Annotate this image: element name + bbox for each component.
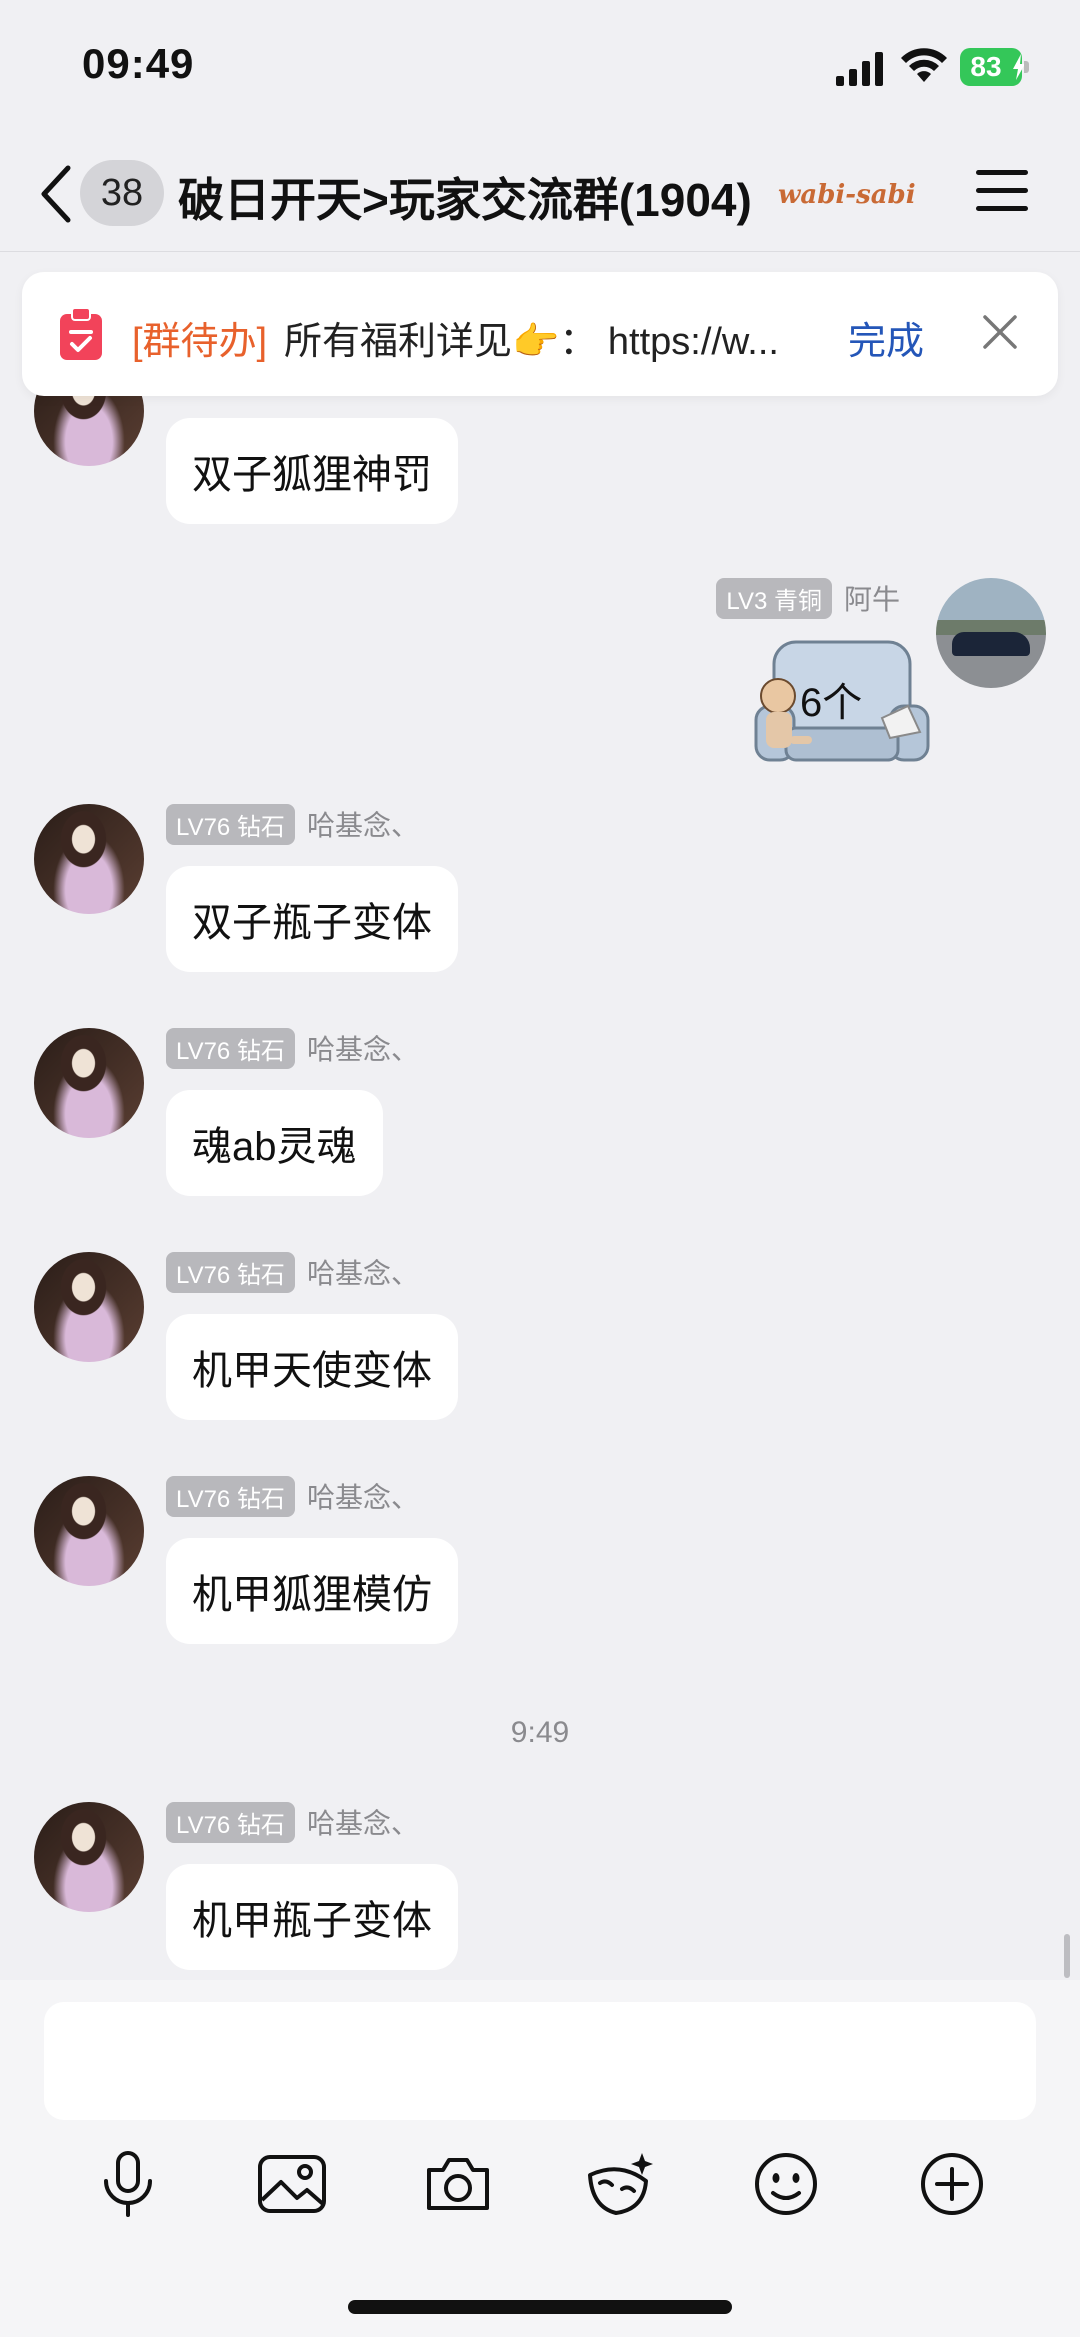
sender-name: 哈基念、 xyxy=(306,1258,419,1289)
message-bubble[interactable]: 魂ab灵魂 xyxy=(166,1090,383,1196)
microphone-icon xyxy=(104,2151,152,2217)
todo-tag: [群待办] xyxy=(132,321,268,363)
sender-name: 哈基念、 xyxy=(306,1808,419,1839)
plus-icon xyxy=(921,2153,983,2215)
chat-title[interactable]: 破日开天>玩家交流群(1904) xyxy=(178,164,752,230)
sender-row: LV76 钻石 哈基念、 xyxy=(166,1801,419,1843)
message-bubble[interactable]: 双子狐狸神罚 xyxy=(166,418,458,524)
sticker-message[interactable]: 6个 xyxy=(750,636,930,772)
menu-icon[interactable] xyxy=(976,168,1028,214)
avatar[interactable] xyxy=(34,1252,144,1362)
sticker-caption: 6个 xyxy=(800,681,863,725)
voice-button[interactable] xyxy=(90,2146,166,2222)
battery-cap xyxy=(1024,61,1029,73)
unread-count-badge[interactable]: 38 xyxy=(80,160,164,226)
status-bar: 09:49 83 xyxy=(0,0,1080,140)
close-icon[interactable] xyxy=(982,314,1018,350)
message-bubble[interactable]: 机甲天使变体 xyxy=(166,1314,458,1420)
sender-name: 哈基念、 xyxy=(306,1482,419,1513)
camera-icon xyxy=(427,2158,489,2210)
nav-bar: 38 破日开天>玩家交流群(1904) wabi-sabi xyxy=(0,140,1080,252)
magic-face-button[interactable] xyxy=(582,2146,658,2222)
level-badge: LV76 钻石 xyxy=(166,1801,295,1843)
battery-percent: 83 xyxy=(970,51,1002,82)
sender-row: LV3 青铜 阿牛 xyxy=(716,577,900,619)
time-divider: 9:49 xyxy=(510,1716,570,1749)
scrollbar-thumb[interactable] xyxy=(1064,1934,1070,1978)
camera-button[interactable] xyxy=(420,2146,496,2222)
emoji-icon xyxy=(755,2153,817,2215)
sender-row: LV76 钻石 哈基念、 xyxy=(166,1475,419,1517)
todo-text[interactable]: 所有福利详见👉： https://w... xyxy=(284,310,779,365)
avatar[interactable] xyxy=(34,804,144,914)
level-badge: LV76 钻石 xyxy=(166,1475,295,1517)
message-bubble[interactable]: 双子瓶子变体 xyxy=(166,866,458,972)
car-image xyxy=(952,632,1030,656)
avatar[interactable] xyxy=(34,1476,144,1586)
sender-name: 哈基念、 xyxy=(306,1034,419,1065)
clipboard-icon xyxy=(60,308,102,360)
battery-indicator: 83 xyxy=(960,48,1030,86)
more-button[interactable] xyxy=(914,2146,990,2222)
sender-name: 阿牛 xyxy=(843,584,900,615)
level-badge: LV76 钻石 xyxy=(166,803,295,845)
magic-face-icon xyxy=(588,2153,653,2215)
sender-row: LV76 钻石 哈基念、 xyxy=(166,1027,419,1069)
title-decoration-logo: wabi-sabi xyxy=(778,180,916,210)
sender-row: LV76 钻石 哈基念、 xyxy=(166,803,419,845)
emoji-button[interactable] xyxy=(748,2146,824,2222)
level-badge: LV3 青铜 xyxy=(716,577,832,619)
back-chevron-icon[interactable] xyxy=(38,162,78,226)
message-input[interactable] xyxy=(44,2002,1036,2120)
level-badge: LV76 钻石 xyxy=(166,1027,295,1069)
level-badge: LV76 钻石 xyxy=(166,1251,295,1293)
input-area xyxy=(0,1980,1080,2337)
status-time: 09:49 xyxy=(82,40,195,87)
sender-name: 哈基念、 xyxy=(306,810,419,841)
group-todo-banner[interactable]: [群待办] 所有福利详见👉： https://w... 完成 xyxy=(22,272,1058,396)
cellular-signal-icon xyxy=(836,52,883,86)
avatar[interactable] xyxy=(34,1802,144,1912)
home-indicator[interactable] xyxy=(348,2300,732,2314)
done-button[interactable]: 完成 xyxy=(848,310,924,365)
sender-row: LV76 钻石 哈基念、 xyxy=(166,1251,419,1293)
message-bubble[interactable]: 机甲狐狸模仿 xyxy=(166,1538,458,1644)
wifi-icon xyxy=(901,48,947,82)
avatar[interactable] xyxy=(34,1028,144,1138)
image-icon xyxy=(258,2155,326,2213)
message-bubble[interactable]: 机甲瓶子变体 xyxy=(166,1864,458,1970)
gallery-button[interactable] xyxy=(254,2146,330,2222)
avatar[interactable] xyxy=(936,578,1046,688)
